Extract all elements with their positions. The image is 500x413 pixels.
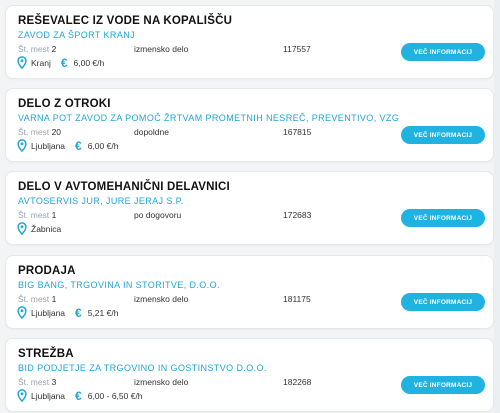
seats-value: 1 (51, 294, 57, 304)
job-type: izmensko delo (134, 377, 189, 387)
job-company[interactable]: ZAVOD ZA ŠPORT KRANJ (18, 30, 135, 40)
job-seats: Št. mest 1 (18, 210, 56, 220)
more-info-button[interactable]: VEČ INFORMACIJ (401, 43, 485, 61)
job-location: Ljubljana (31, 390, 66, 401)
job-title[interactable]: DELO Z OTROKI (18, 98, 111, 110)
euro-icon: € (75, 138, 82, 153)
job-seats: Št. mest 20 (18, 127, 61, 137)
location-pin-icon (16, 139, 31, 152)
job-pay: 6,00 €/h (87, 140, 119, 151)
job-company[interactable]: AVTOSERVIS JUR, JURE JERAJ S.P. (18, 196, 184, 206)
seats-label: Št. mest (18, 210, 50, 220)
job-location: Ljubljana (31, 140, 66, 151)
job-pay: 6,00 €/h (73, 57, 105, 68)
job-code: 182268 (283, 377, 312, 387)
job-code: 167815 (283, 127, 312, 137)
job-seats: Št. mest 3 (18, 377, 56, 387)
seats-value: 1 (51, 210, 57, 220)
more-info-button[interactable]: VEČ INFORMACIJ (401, 126, 485, 144)
job-company[interactable]: BID PODJETJE ZA TRGOVINO IN GOSTINSTVO D… (18, 363, 267, 373)
job-pay: 5,21 €/h (87, 307, 119, 318)
job-location: Žabnica (31, 223, 62, 234)
job-type: izmensko delo (134, 294, 189, 304)
job-code: 172683 (283, 210, 312, 220)
scrollbar[interactable] (494, 0, 500, 413)
more-info-button[interactable]: VEČ INFORMACIJ (401, 293, 485, 311)
job-card: PRODAJA BIG BANG, TRGOVINA IN STORITVE, D… (5, 255, 494, 329)
seats-value: 3 (51, 377, 57, 387)
job-location-row: Žabnica (16, 222, 61, 235)
job-card: DELO Z OTROKI VARNA POT ZAVOD ZA POMOČ ŽR… (5, 88, 494, 162)
seats-label: Št. mest (18, 127, 50, 137)
job-location: Ljubljana (31, 307, 66, 318)
job-location-row: Ljubljana €6,00 €/h (16, 139, 118, 152)
job-card: STREŽBA BID PODJETJE ZA TRGOVINO IN GOSTI… (5, 338, 494, 412)
seats-label: Št. mest (18, 44, 50, 54)
seats-value: 2 (51, 44, 57, 54)
euro-icon: € (75, 305, 82, 320)
job-code: 181175 (283, 294, 311, 304)
location-pin-icon (16, 389, 31, 402)
location-pin-icon (16, 56, 31, 69)
job-company[interactable]: VARNA POT ZAVOD ZA POMOČ ŽRTVAM PROMETNI… (18, 113, 399, 123)
seats-label: Št. mest (18, 377, 50, 387)
job-title[interactable]: STREŽBA (18, 348, 74, 360)
euro-icon: € (75, 388, 82, 403)
job-location-row: Kranj €6,00 €/h (16, 56, 104, 69)
job-title[interactable]: DELO V AVTOMEHANIČNI DELAVNICI (18, 181, 230, 193)
more-info-button[interactable]: VEČ INFORMACIJ (401, 376, 485, 394)
job-code: 117557 (283, 44, 311, 54)
job-card: DELO V AVTOMEHANIČNI DELAVNICI AVTOSERVIS… (5, 171, 494, 245)
job-type: izmensko delo (134, 44, 189, 54)
job-location-row: Ljubljana €6,00 - 6,50 €/h (16, 389, 143, 402)
job-pay: 6,00 - 6,50 €/h (87, 390, 143, 401)
job-seats: Št. mest 2 (18, 44, 56, 54)
job-type: dopoldne (134, 127, 169, 137)
job-seats: Št. mest 1 (18, 294, 56, 304)
location-pin-icon (16, 222, 31, 235)
job-card: REŠEVALEC IZ VODE NA KOPALIŠČU ZAVOD ZA Š… (5, 5, 494, 79)
seats-value: 20 (51, 127, 62, 137)
job-type: po dogovoru (134, 210, 182, 220)
job-location: Kranj (31, 57, 51, 68)
euro-icon: € (60, 55, 68, 70)
job-location-row: Ljubljana €5,21 €/h (16, 306, 118, 319)
seats-label: Št. mest (18, 294, 50, 304)
location-pin-icon (16, 306, 31, 319)
job-company[interactable]: BIG BANG, TRGOVINA IN STORITVE, D.O.O. (18, 280, 220, 290)
job-title[interactable]: PRODAJA (18, 265, 76, 277)
more-info-button[interactable]: VEČ INFORMACIJ (401, 209, 485, 227)
job-title[interactable]: REŠEVALEC IZ VODE NA KOPALIŠČU (18, 15, 232, 27)
